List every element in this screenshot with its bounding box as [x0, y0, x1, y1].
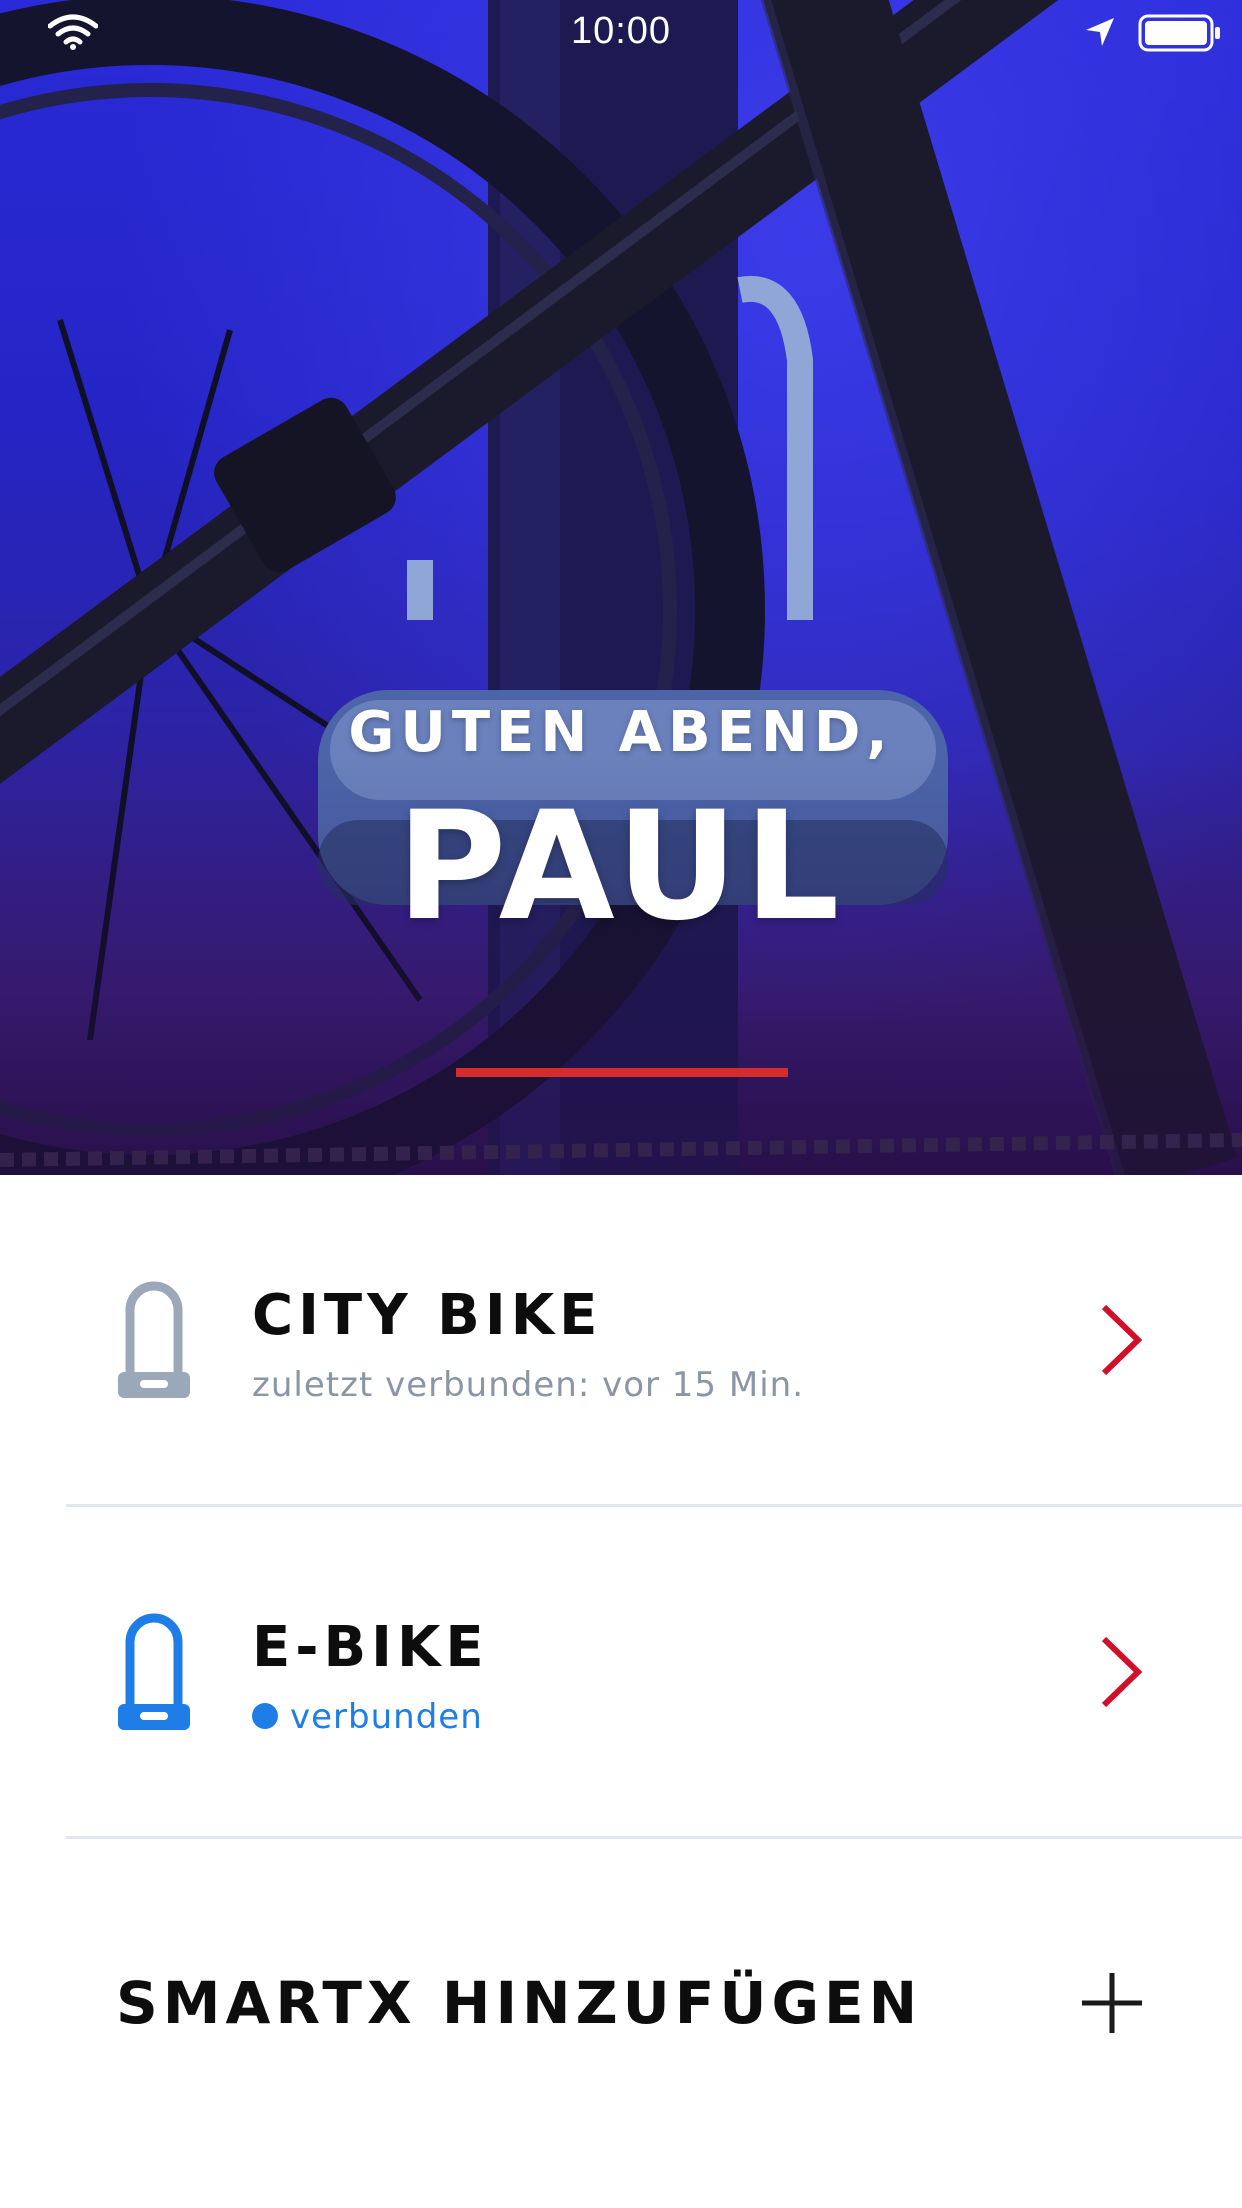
battery-full-icon: [1138, 14, 1222, 56]
location-arrow-icon: [1084, 16, 1116, 52]
device-row-e-bike[interactable]: E-BIKE verbunden: [0, 1507, 1242, 1837]
device-name: CITY BIKE: [252, 1283, 603, 1348]
hero-banner: 10:00 GUTEN ABEND, PAUL: [0, 0, 1242, 1175]
padlock-icon: [116, 1280, 192, 1408]
device-status: verbunden: [252, 1697, 483, 1737]
device-row-city-bike[interactable]: CITY BIKE zuletzt verbunden: vor 15 Min.: [0, 1175, 1242, 1505]
add-smartx-row[interactable]: SMARTX HINZUFÜGEN: [0, 1839, 1242, 2169]
home-screen: 10:00 GUTEN ABEND, PAUL CITY BIKE zuletz…: [0, 0, 1242, 2208]
chevron-right-icon[interactable]: [1098, 1303, 1146, 1381]
accent-underline: [456, 1068, 788, 1077]
clock: 10:00: [570, 10, 672, 52]
plus-icon[interactable]: [1080, 1971, 1144, 2039]
connected-dot-icon: [252, 1703, 278, 1729]
device-status: zuletzt verbunden: vor 15 Min.: [252, 1365, 805, 1405]
chevron-right-icon[interactable]: [1098, 1635, 1146, 1713]
padlock-icon: [116, 1612, 192, 1740]
device-status-text: verbunden: [290, 1697, 483, 1737]
add-smartx-label: SMARTX HINZUFÜGEN: [116, 1969, 923, 2037]
greeting-text: GUTEN ABEND,: [348, 700, 894, 765]
device-name: E-BIKE: [252, 1615, 489, 1680]
user-name: PAUL: [396, 780, 846, 954]
status-bar: 10:00: [0, 0, 1242, 66]
